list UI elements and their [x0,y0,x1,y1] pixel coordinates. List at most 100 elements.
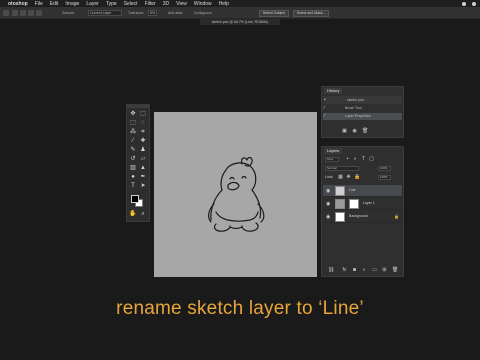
lock-position-icon[interactable]: ✥ [346,175,351,180]
subtract-selection-icon[interactable] [28,10,34,16]
anti-alias-checkbox[interactable]: Anti-alias [168,11,182,15]
history-brush-tool-icon[interactable]: ↺ [129,156,137,163]
camera-icon[interactable]: ◉ [352,129,357,134]
layer-thumbnail [335,199,345,209]
layer-name[interactable]: Layer 1 [363,201,375,205]
marquee-tool-icon[interactable]: ⬚ [129,120,137,127]
menu-3d[interactable]: 3D [159,1,172,7]
layer-row-line[interactable]: ◉ Line [323,185,402,197]
select-subject-button[interactable]: Select Subject [259,10,289,17]
layers-tab[interactable]: Layers [324,148,343,154]
adjustment-layer-icon[interactable]: ◐ [362,268,367,273]
history-tab[interactable]: History [324,88,343,94]
layer-row-layer-1[interactable]: ◉ Layer 1 [323,198,402,210]
kind-filter-select[interactable]: Kind [325,157,339,162]
move-tool-icon[interactable]: ✥ [129,111,137,118]
new-layer-icon[interactable]: ⊞ [382,268,387,273]
layer-thumbnail [335,212,345,222]
layer-name[interactable]: Line [349,188,356,192]
chick-sketch [208,156,265,232]
add-selection-icon[interactable] [20,10,26,16]
brush-tool-icon[interactable]: ✎ [129,147,137,154]
stamp-tool-icon[interactable]: ♟ [139,147,147,154]
lasso-tool-icon[interactable]: ◌ [139,120,147,127]
menu-view[interactable]: View [173,1,191,7]
history-panel: History ▪ sketch.psd ⁄ Brush Tool ⁄ Laye… [321,86,404,138]
fill-input[interactable]: 100% [378,175,391,180]
type-tool-icon[interactable]: T [129,183,137,190]
new-selection-icon[interactable] [12,10,18,16]
status-icons [462,0,476,7]
eyedropper-tool-icon[interactable]: ⁄ [129,138,137,145]
sample-label: Sample: [62,11,75,15]
blend-mode-select[interactable]: Normal [325,166,359,171]
layer-style-icon[interactable]: fx [342,268,347,273]
trash-icon[interactable]: 🗑 [362,129,368,134]
healing-tool-icon[interactable]: ✚ [139,138,147,145]
magic-wand-icon[interactable] [3,10,9,16]
tutorial-caption: rename sketch layer to ‘Line’ [116,298,364,319]
snapshot-thumb-icon: ▪ [324,97,326,103]
filter-adjustment-icon[interactable]: ◐ [353,157,358,162]
new-document-from-state-icon[interactable]: ▣ [342,129,347,134]
magic-wand-tool-icon[interactable]: ⁂ [129,129,137,136]
menu-help[interactable]: Help [215,1,232,7]
history-row-3[interactable]: Layer Properties [345,113,371,119]
app-menu[interactable]: otoshop [7,1,31,7]
dodge-tool-icon[interactable]: ● [129,174,137,181]
lock-pixels-icon[interactable]: ▦ [338,175,343,180]
layer-row-background[interactable]: ◉ Background 🔒 [323,211,402,223]
foreground-color-swatch[interactable] [131,195,139,203]
brush-icon: ⁄ [324,113,325,119]
layer-name[interactable]: Background [349,214,368,218]
sample-select[interactable]: Current Layer [88,10,122,16]
history-snapshot[interactable]: ▪ sketch.psd [323,96,402,104]
artboard-tool-icon[interactable]: ⬚ [139,111,147,118]
gradient-tool-icon[interactable]: ▥ [129,165,137,172]
add-mask-icon[interactable]: ◙ [352,268,357,273]
select-and-mask-button[interactable]: Select and Mask... [293,10,329,17]
history-state-brush[interactable]: ⁄ Brush Tool [323,105,402,112]
panel-grip[interactable] [127,105,149,108]
pen-tool-icon[interactable]: ✒ [139,174,147,181]
document-canvas[interactable] [154,112,317,277]
filter-pixel-icon[interactable]: ▪ [345,157,350,162]
layer-mask-thumbnail[interactable] [349,199,359,209]
menu-edit[interactable]: Edit [46,1,62,7]
menu-layer[interactable]: Layer [83,1,103,7]
eraser-tool-icon[interactable]: ▱ [139,156,147,163]
crop-tool-icon[interactable]: ⌗ [139,129,147,136]
layers-panel: Layers Kind ▪ ◐ T ▢ Normal 100% Lock: ▦ … [321,146,404,277]
menu-select[interactable]: Select [120,1,141,7]
eye-icon[interactable]: ◉ [326,188,330,194]
path-select-tool-icon[interactable]: ➤ [139,183,147,190]
opacity-input[interactable]: 100% [378,166,391,171]
lock-all-icon[interactable]: 🔒 [354,175,360,180]
menu-window[interactable]: Window [190,1,215,7]
new-group-icon[interactable]: ▭ [372,268,377,273]
tolerance-input[interactable]: 5% [148,10,157,16]
history-state-properties[interactable]: ⁄ Layer Properties [323,113,402,120]
eye-icon[interactable]: ◉ [326,214,330,220]
blur-tool-icon[interactable]: ▲ [139,165,147,172]
history-row-1[interactable]: sketch.psd [347,97,364,103]
filter-type-icon[interactable]: T [361,157,366,162]
document-tab[interactable]: sketch.psd @ 66.7% (Line, RGB/8#) [200,19,280,25]
history-row-2[interactable]: Brush Tool [345,105,361,111]
zoom-tool-icon[interactable]: ⌕ [139,211,147,218]
link-layers-icon[interactable]: ⛓ [328,268,334,273]
menu-bar: otoshop File Edit Image Layer Type Selec… [0,0,480,7]
tolerance-label: Tolerance: [128,11,145,15]
menu-file[interactable]: File [31,1,46,7]
menu-filter[interactable]: Filter [141,1,159,7]
intersect-selection-icon[interactable] [36,10,42,16]
menu-type[interactable]: Type [102,1,120,7]
status-dot-icon [462,1,466,6]
hand-tool-icon[interactable]: ✋ [129,211,137,218]
trash-icon[interactable]: 🗑 [392,268,398,273]
eye-icon[interactable]: ◉ [326,201,330,207]
filter-shape-icon[interactable]: ▢ [369,157,374,162]
options-bar: Sample: Current Layer Tolerance: 5% Anti… [0,7,480,19]
menu-image[interactable]: Image [62,1,83,7]
contiguous-checkbox[interactable]: Contiguous [194,11,212,15]
